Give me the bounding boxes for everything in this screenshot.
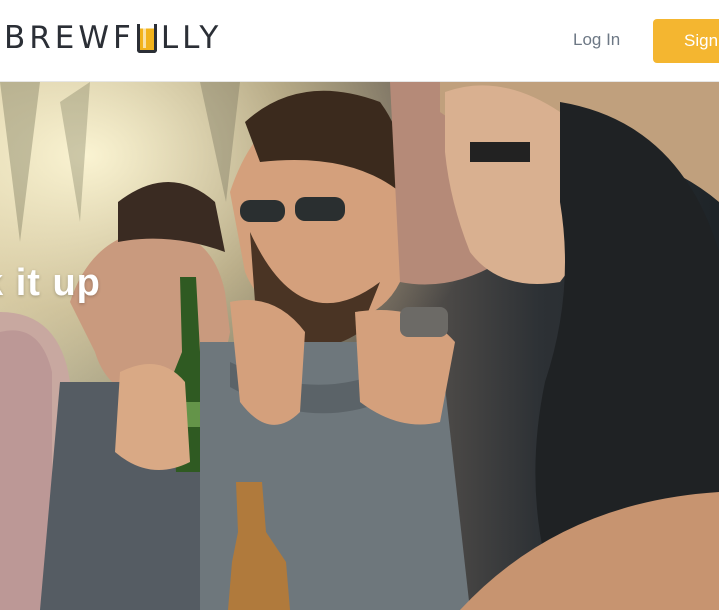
brewfully-logo[interactable]: BREWF LLY [4, 18, 222, 58]
login-link[interactable]: Log In [573, 30, 620, 50]
hero-headline: k it up [0, 262, 101, 304]
beer-glass-icon [136, 23, 157, 53]
logo-text-right: LLY [160, 20, 223, 56]
site-header: BREWF LLY Log In Sign [0, 0, 719, 82]
hero-banner: k it up [0, 82, 719, 610]
signup-button[interactable]: Sign [653, 19, 719, 63]
logo-text-left: BREWF [4, 20, 135, 56]
friends-laughing-with-beer-photo [0, 82, 719, 610]
